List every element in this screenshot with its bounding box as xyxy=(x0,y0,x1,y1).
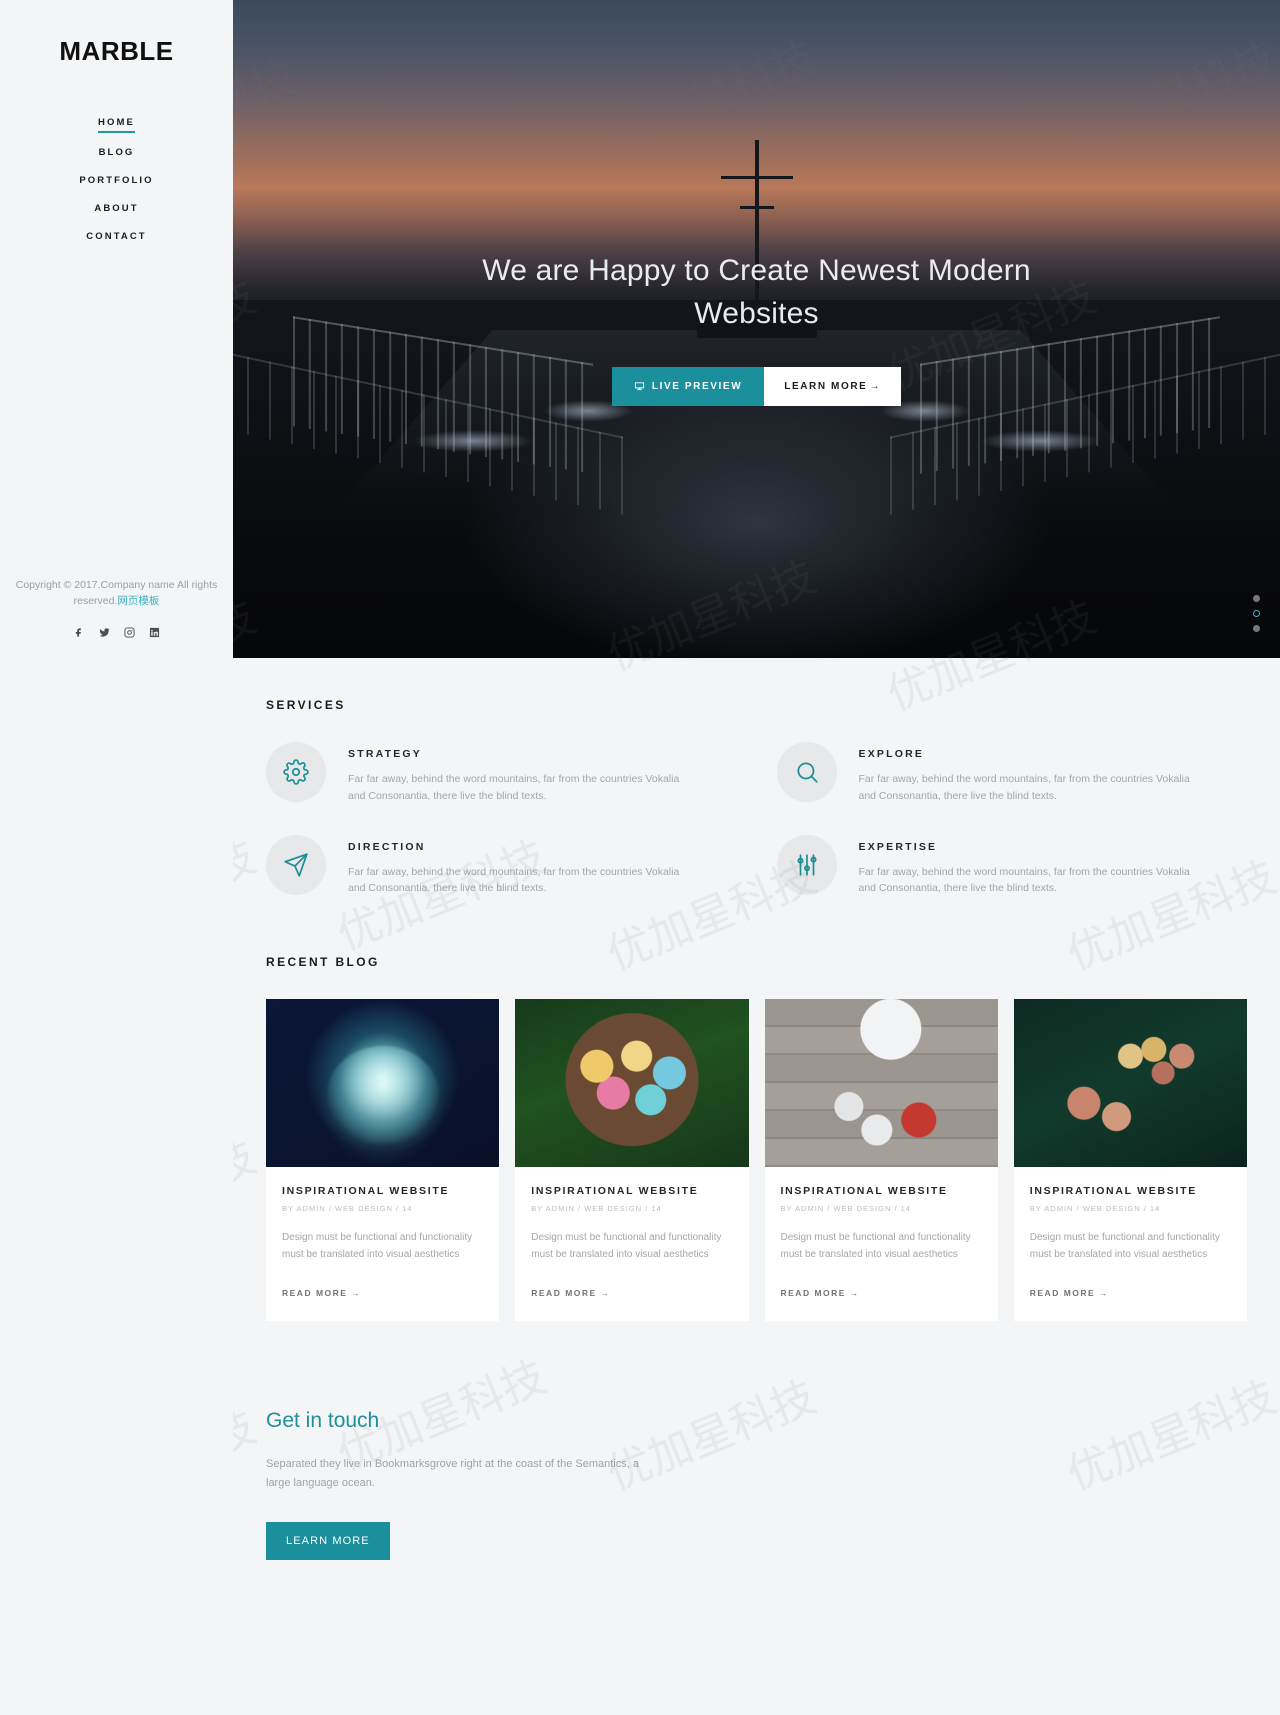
sidebar-footer: Copyright © 2017.Company name All rights… xyxy=(0,578,233,638)
service-description: Far far away, behind the word mountains,… xyxy=(858,773,1190,802)
blog-card-excerpt: Design must be functional and functional… xyxy=(1029,1232,1220,1260)
paper-plane-icon xyxy=(266,834,326,895)
blog-card-meta: BY ADMIN / WEB DESIGN / 14 xyxy=(780,1204,911,1214)
blog-card-meta: BY ADMIN / WEB DESIGN / 14 xyxy=(531,1204,662,1214)
hero-title: We are Happy to Create Newest Modern Web… xyxy=(482,254,1031,330)
monitor-icon xyxy=(634,382,644,391)
get-in-touch-section: Get in touch Separated they live in Book… xyxy=(233,1321,1280,1620)
service-title: EXPLORE xyxy=(858,748,925,760)
copyright-link[interactable]: 网页模板 xyxy=(117,595,159,607)
blog-card-title[interactable]: INSPIRATIONAL WEBSITE xyxy=(1030,1185,1231,1197)
nav-item-about[interactable]: ABOUT xyxy=(0,197,233,223)
service-title: EXPERTISE xyxy=(858,840,938,853)
linkedin-icon[interactable] xyxy=(149,627,160,638)
service-title: DIRECTION xyxy=(348,840,426,853)
sewing-threads-image[interactable] xyxy=(1013,999,1247,1168)
service-item-direction[interactable]: DIRECTION Far far away, behind the word … xyxy=(266,834,737,898)
blog-card-excerpt: Design must be functional and functional… xyxy=(282,1232,473,1260)
blog-card-title[interactable]: INSPIRATIONAL WEBSITE xyxy=(781,1185,982,1197)
primary-navigation: HOME BLOG PORTFOLIO ABOUT CONTACT xyxy=(0,111,233,251)
christmas-ornaments-image[interactable] xyxy=(764,999,998,1168)
hero-mast-crossbar xyxy=(720,176,793,179)
service-title: STRATEGY xyxy=(348,748,422,760)
service-item-expertise[interactable]: EXPERTISE Far far away, behind the word … xyxy=(776,834,1248,898)
blog-card-body: INSPIRATIONAL WEBSITE BY ADMIN / WEB DES… xyxy=(515,1167,748,1321)
blog-card[interactable]: INSPIRATIONAL WEBSITE BY ADMIN / WEB DES… xyxy=(266,999,500,1322)
jellyfish-image[interactable] xyxy=(266,999,500,1168)
blog-card-title[interactable]: INSPIRATIONAL WEBSITE xyxy=(531,1185,732,1197)
service-body: EXPERTISE Far far away, behind the word … xyxy=(859,835,1209,898)
service-body: EXPLORE Far far away, behind the word mo… xyxy=(859,742,1209,805)
services-title: SERVICES xyxy=(266,698,346,712)
instagram-icon[interactable] xyxy=(123,626,135,638)
sliders-icon xyxy=(776,834,837,895)
nav-item-portfolio[interactable]: PORTFOLIO xyxy=(0,169,233,195)
get-in-touch-text: Separated they live in Bookmarksgrove ri… xyxy=(266,1458,639,1490)
hero-learn-more-button[interactable]: LEARN MORE → xyxy=(764,367,902,407)
hero-mast-crossbar-lower xyxy=(739,206,774,209)
nav-item-portfolio-label: PORTFOLIO xyxy=(79,175,154,186)
service-description: Far far away, behind the word mountains,… xyxy=(348,773,680,802)
service-body: STRATEGY Far far away, behind the word m… xyxy=(348,742,698,805)
recent-blog-title: RECENT BLOG xyxy=(266,955,380,970)
nav-item-contact[interactable]: CONTACT xyxy=(0,225,233,251)
blog-card-meta: BY ADMIN / WEB DESIGN / 14 xyxy=(282,1204,413,1214)
blog-card[interactable]: INSPIRATIONAL WEBSITE BY ADMIN / WEB DES… xyxy=(764,999,998,1322)
blog-grid: INSPIRATIONAL WEBSITE BY ADMIN / WEB DES… xyxy=(266,999,1247,1322)
sidebar: MARBLE HOME BLOG PORTFOLIO ABOUT CONTACT… xyxy=(0,0,233,1715)
service-description: Far far away, behind the word mountains,… xyxy=(858,865,1190,895)
nav-item-blog-label: BLOG xyxy=(98,147,135,158)
blog-card-body: INSPIRATIONAL WEBSITE BY ADMIN / WEB DES… xyxy=(1014,1167,1247,1321)
blog-card-body: INSPIRATIONAL WEBSITE BY ADMIN / WEB DES… xyxy=(765,1167,998,1321)
service-description: Far far away, behind the word mountains,… xyxy=(348,865,680,895)
read-more-link[interactable]: READ MORE → xyxy=(781,1288,860,1298)
twitter-icon[interactable] xyxy=(98,627,110,638)
facebook-icon[interactable] xyxy=(74,627,85,638)
get-in-touch-learn-more-button[interactable]: LEARN MORE xyxy=(266,1521,390,1560)
read-more-link[interactable]: READ MORE → xyxy=(1030,1288,1109,1298)
blog-card-excerpt: Design must be functional and functional… xyxy=(531,1232,722,1260)
read-more-link[interactable]: READ MORE → xyxy=(531,1288,610,1298)
recent-blog-section: RECENT BLOG INSPIRATIONAL WEBSITE BY ADM… xyxy=(233,897,1280,1322)
copyright-text: Copyright © 2017.Company name All rights… xyxy=(8,578,225,610)
blog-card-title[interactable]: INSPIRATIONAL WEBSITE xyxy=(282,1185,483,1197)
easter-eggs-image[interactable] xyxy=(515,999,749,1168)
service-item-explore[interactable]: EXPLORE Far far away, behind the word mo… xyxy=(776,742,1248,805)
hero-content: We are Happy to Create Newest Modern Web… xyxy=(233,250,1280,407)
main-content: We are Happy to Create Newest Modern Web… xyxy=(233,0,1280,1620)
services-grid: STRATEGY Far far away, behind the word m… xyxy=(266,742,1247,897)
nav-item-blog[interactable]: BLOG xyxy=(0,141,233,167)
hero-deck-light-right xyxy=(980,430,1100,452)
blog-card[interactable]: INSPIRATIONAL WEBSITE BY ADMIN / WEB DES… xyxy=(1013,999,1247,1322)
hero-slider: We are Happy to Create Newest Modern Web… xyxy=(233,0,1280,658)
gear-icon xyxy=(266,742,326,802)
nav-item-home-label: HOME xyxy=(98,117,135,133)
slider-dot-3[interactable] xyxy=(1253,625,1260,632)
blog-card-meta: BY ADMIN / WEB DESIGN / 14 xyxy=(1029,1204,1161,1214)
slider-dots xyxy=(1253,595,1260,632)
get-in-touch-title: Get in touch xyxy=(266,1409,380,1433)
slider-dot-1[interactable] xyxy=(1253,595,1260,602)
blog-card-excerpt: Design must be functional and functional… xyxy=(780,1232,971,1260)
live-preview-label: LIVE PREVIEW xyxy=(651,381,743,393)
hero-learn-more-label: LEARN MORE xyxy=(784,381,868,393)
live-preview-button[interactable]: LIVE PREVIEW xyxy=(611,367,765,407)
brand-logo[interactable]: MARBLE xyxy=(0,36,233,67)
blog-card[interactable]: INSPIRATIONAL WEBSITE BY ADMIN / WEB DES… xyxy=(515,999,749,1322)
services-section: SERVICES STRATEGY Far far away, behind t… xyxy=(233,658,1280,897)
nav-item-about-label: ABOUT xyxy=(94,203,139,214)
magnifier-icon xyxy=(776,742,837,802)
social-links xyxy=(8,626,225,638)
read-more-link[interactable]: READ MORE → xyxy=(282,1288,361,1298)
service-body: DIRECTION Far far away, behind the word … xyxy=(348,835,698,898)
nav-item-contact-label: CONTACT xyxy=(86,231,147,242)
hero-buttons: LIVE PREVIEW LEARN MORE → xyxy=(233,367,1280,407)
slider-dot-2[interactable] xyxy=(1253,610,1260,617)
hero-deck-light-left xyxy=(413,430,533,452)
arrow-right-icon: → xyxy=(869,381,882,393)
nav-item-home[interactable]: HOME xyxy=(0,111,233,139)
blog-card-body: INSPIRATIONAL WEBSITE BY ADMIN / WEB DES… xyxy=(266,1167,499,1321)
service-item-strategy[interactable]: STRATEGY Far far away, behind the word m… xyxy=(266,742,737,805)
